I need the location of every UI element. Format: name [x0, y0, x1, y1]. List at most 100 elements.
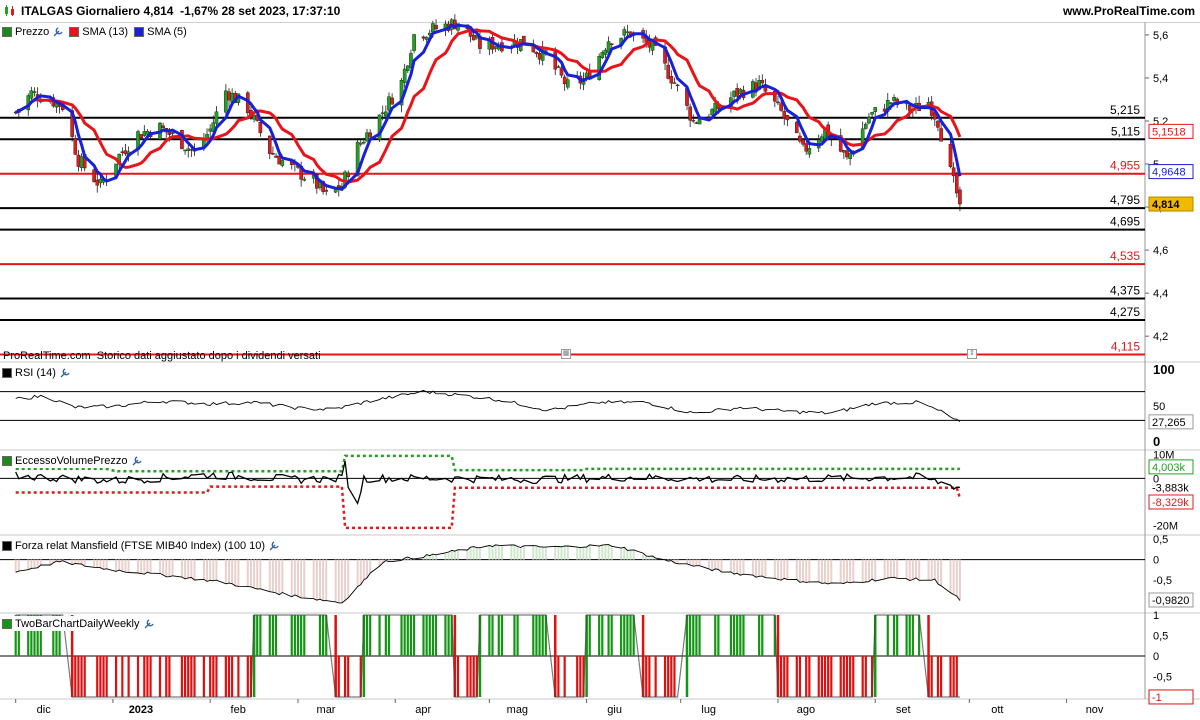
- evp-main-line: [15, 461, 960, 506]
- mansfield-axis-tick-label: 0: [1153, 555, 1159, 567]
- mansfield-axis-tick-label: 0,5: [1153, 534, 1168, 546]
- candle-body: [939, 128, 943, 142]
- evp-main-value: -3,883k: [1152, 483, 1189, 495]
- wrench-icon[interactable]: [131, 455, 143, 467]
- candle-body: [958, 189, 962, 205]
- price-axis-tick-label: 4,2: [1153, 331, 1168, 343]
- candle-body: [889, 102, 893, 104]
- twobar-axis-tick-label: -0,5: [1153, 671, 1172, 683]
- candle-body: [267, 135, 272, 154]
- event-marker-icon[interactable]: ⇕: [967, 349, 977, 359]
- rsi-last-value: 27,265: [1152, 417, 1186, 429]
- twobar-legend[interactable]: TwoBarChartDailyWeekly: [2, 616, 160, 631]
- sma5-line: [15, 23, 962, 192]
- x-axis-month-label: ott: [991, 704, 1003, 716]
- twobar-last-value: -1: [1152, 692, 1162, 704]
- price-axis-tick-label: 5,4: [1153, 73, 1168, 85]
- candle-body: [870, 112, 874, 115]
- price-axis-tick-label: 4,4: [1153, 288, 1168, 300]
- evp-axis-tick-label: -20M: [1153, 521, 1178, 533]
- candle-body: [666, 64, 670, 79]
- evp-legend[interactable]: EccessoVolumePrezzo: [2, 453, 148, 468]
- candle-body: [867, 116, 871, 124]
- candle-body: [820, 136, 824, 142]
- evp-legend-label: EccessoVolumePrezzo: [15, 454, 128, 467]
- candle-body: [493, 46, 498, 49]
- twobar-axis-tick-label: 0,5: [1153, 631, 1168, 643]
- candle-body: [274, 155, 278, 158]
- wrench-icon[interactable]: [52, 26, 64, 38]
- x-axis-month-label: mag: [507, 704, 528, 716]
- candle-body: [779, 103, 783, 111]
- candle-body: [123, 150, 128, 155]
- candle-body: [431, 23, 435, 33]
- candle-body: [609, 43, 614, 46]
- x-axis-month-label: 2023: [129, 704, 153, 716]
- candle-body: [534, 51, 539, 54]
- candle-body: [79, 156, 84, 168]
- candle-body: [73, 138, 78, 155]
- twobar-color-swatch: [2, 618, 12, 629]
- x-axis-month-label: lug: [701, 704, 716, 716]
- rsi-legend[interactable]: RSI (14): [2, 365, 76, 380]
- price-legend[interactable]: Prezzo SMA (13) SMA (5): [2, 24, 187, 39]
- x-axis-month-label: nov: [1086, 704, 1104, 716]
- level-label: 4,275: [1110, 305, 1140, 319]
- candle-body: [358, 142, 363, 145]
- candle-body: [936, 120, 940, 128]
- candle-body: [713, 102, 718, 113]
- evp-color-swatch: [2, 455, 12, 466]
- wrench-icon[interactable]: [59, 367, 71, 379]
- candle-body: [565, 79, 570, 88]
- level-label: 5,115: [1111, 124, 1140, 138]
- level-label: 4,795: [1110, 193, 1140, 207]
- level-label: 4,955: [1110, 159, 1140, 173]
- candle-body: [688, 106, 692, 121]
- candle-body: [738, 88, 743, 94]
- wrench-icon[interactable]: [268, 540, 280, 552]
- x-axis-month-label: apr: [415, 704, 431, 716]
- candle-body: [842, 150, 846, 153]
- candle-body: [280, 160, 285, 166]
- candle-body: [95, 179, 100, 186]
- candle-body: [798, 135, 802, 142]
- event-marker-icon[interactable]: ▦: [561, 349, 571, 359]
- twobar-axis-tick-label: 1: [1153, 610, 1159, 622]
- x-axis-month-label: dic: [37, 704, 52, 716]
- candle-body: [584, 72, 589, 78]
- mansfield-legend-label: Forza relat Mansfield (FTSE MIB40 Index)…: [15, 539, 266, 552]
- rsi-legend-label: RSI (14): [15, 366, 56, 379]
- x-axis-month-label: giu: [607, 704, 622, 716]
- rsi-axis-tick-label: 50: [1153, 401, 1165, 413]
- candle-body: [553, 51, 558, 70]
- price-color-swatch: [2, 26, 12, 37]
- rsi-axis-tick-label: 100: [1153, 362, 1175, 377]
- candle-body: [92, 169, 96, 182]
- candle-body: [170, 132, 175, 134]
- candle-body: [801, 139, 805, 145]
- candle-body: [697, 119, 702, 125]
- candle-body: [732, 90, 736, 97]
- mansfield-legend[interactable]: Forza relat Mansfield (FTSE MIB40 Index)…: [2, 538, 286, 553]
- evp-upper-band: [15, 454, 960, 473]
- candle-body: [424, 36, 429, 40]
- candle-body: [794, 121, 799, 134]
- candle-body: [710, 109, 714, 116]
- candle-body: [208, 128, 212, 132]
- candle-body: [735, 88, 739, 97]
- sma5-legend-label: SMA (5): [147, 25, 187, 38]
- candle-body: [76, 154, 81, 167]
- candle-body: [807, 148, 812, 155]
- candle-body: [412, 34, 416, 51]
- level-label: 4,695: [1110, 215, 1140, 229]
- rsi-axis-tick-label: 0: [1153, 434, 1160, 449]
- candle-body: [845, 150, 849, 158]
- candle-body: [214, 111, 219, 124]
- level-label: 4,535: [1110, 249, 1140, 263]
- candle-body: [669, 76, 674, 84]
- rsi-color-swatch: [2, 367, 12, 378]
- level-label: 4,115: [1111, 339, 1140, 353]
- level-label: 4,375: [1110, 284, 1140, 298]
- candle-body: [421, 36, 426, 39]
- wrench-icon[interactable]: [143, 618, 155, 630]
